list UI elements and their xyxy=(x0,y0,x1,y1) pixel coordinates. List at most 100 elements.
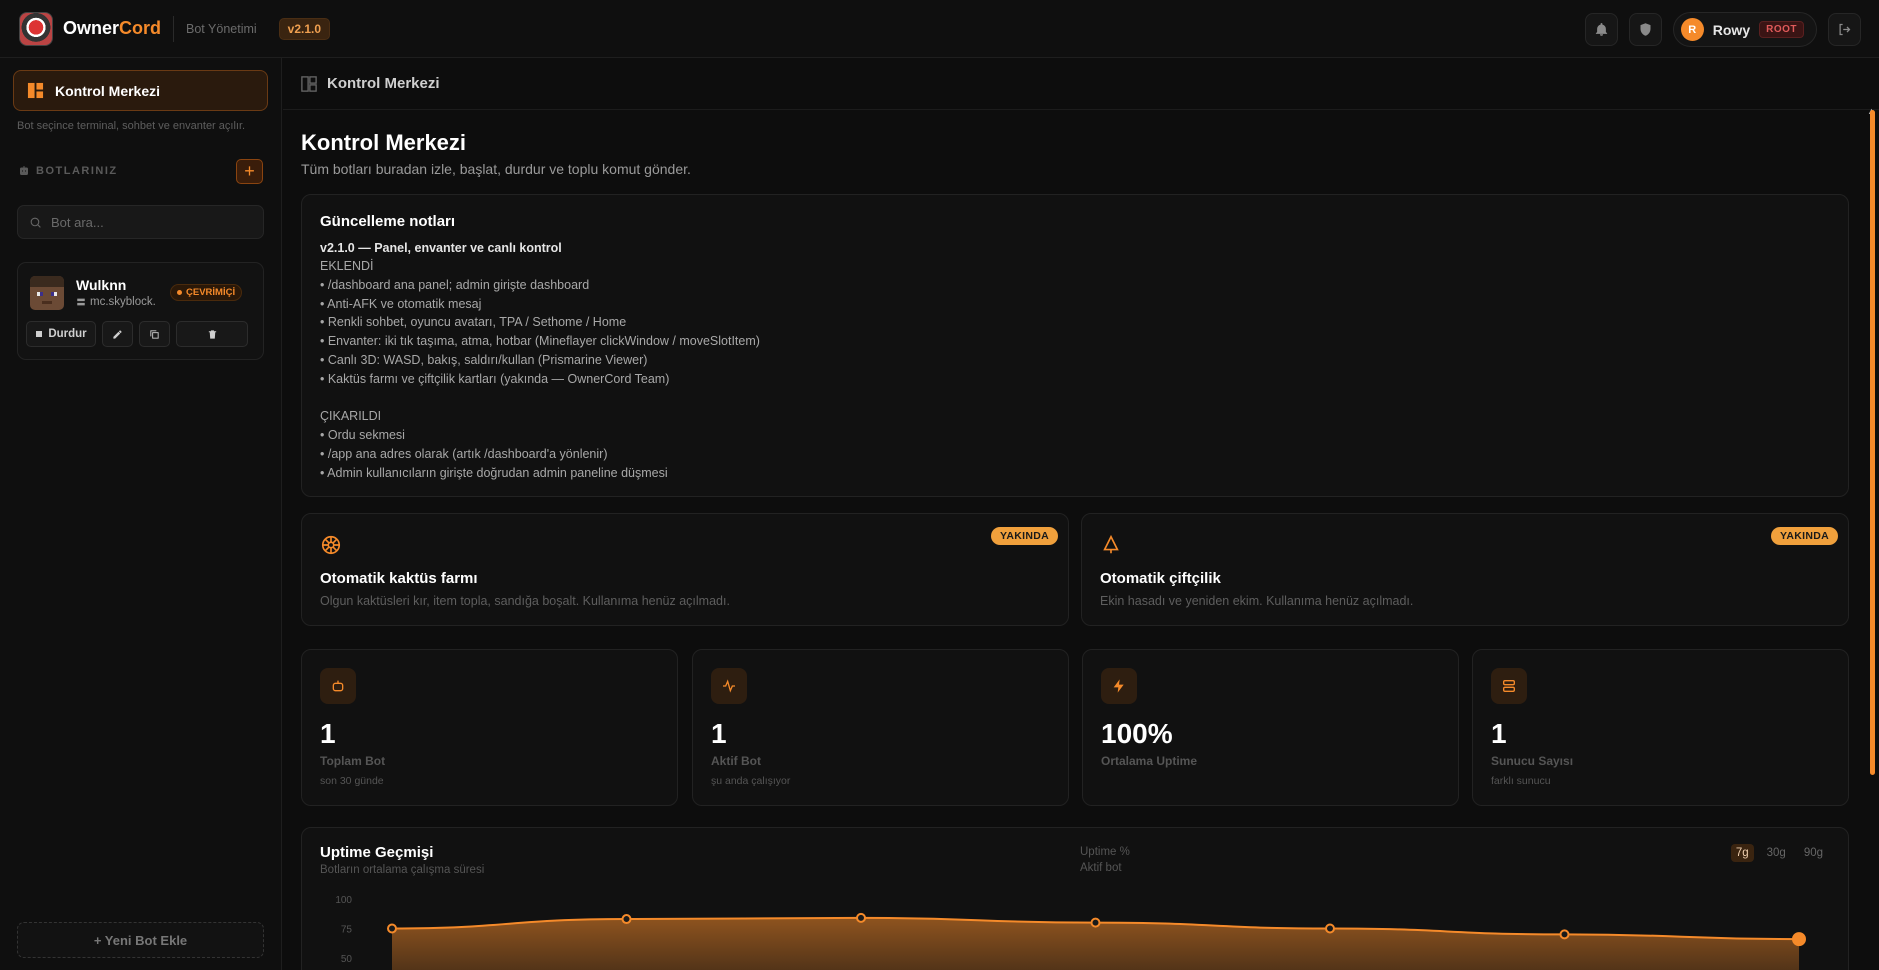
activity-icon xyxy=(711,668,747,704)
stat-sub: şu anda çalışıyor xyxy=(711,775,791,787)
page-title: Kontrol Merkezi xyxy=(301,130,467,155)
shield-icon xyxy=(1640,23,1651,36)
cactus-icon xyxy=(320,534,342,556)
soon-badge: YAKINDA xyxy=(1771,527,1838,545)
feature-card-cactus[interactable]: YAKINDA Otomatik kaktüs farmı Olgun kakt… xyxy=(301,513,1069,626)
range-7g[interactable]: 7g xyxy=(1730,844,1754,862)
range-30g[interactable]: 30g xyxy=(1762,844,1791,862)
avatar: R xyxy=(1680,18,1704,41)
copy-button[interactable] xyxy=(139,321,170,347)
stat-label: Aktif Bot xyxy=(711,754,761,768)
note-line xyxy=(320,389,760,408)
feature-title: Otomatik çiftçilik xyxy=(1100,570,1221,587)
logout-button[interactable] xyxy=(1828,13,1861,46)
stat-sub: farklı sunucu xyxy=(1491,775,1551,787)
stat-sub: son 30 günde xyxy=(320,775,384,787)
range-tabs: 7g 30g 90g xyxy=(1730,844,1828,862)
bot-icon xyxy=(320,668,356,704)
delete-button[interactable] xyxy=(176,321,248,347)
admin-button[interactable] xyxy=(1628,13,1662,46)
trash-icon xyxy=(208,329,216,339)
sidebar-item-label: Kontrol Merkezi xyxy=(55,82,161,99)
uptime-point[interactable] xyxy=(1792,932,1806,947)
add-bot-button[interactable]: + xyxy=(236,159,263,184)
stat-card-total-bots: 1 Toplam Bot son 30 günde xyxy=(301,649,678,806)
stop-label: Durdur xyxy=(48,328,87,340)
bot-icon xyxy=(20,166,28,175)
uptime-chart: 100 75 50 xyxy=(335,895,1806,970)
uptime-point[interactable] xyxy=(1325,923,1335,934)
range-90g[interactable]: 90g xyxy=(1799,844,1828,862)
bot-name: Wulknn xyxy=(76,277,127,293)
edit-button[interactable] xyxy=(102,321,133,347)
main-header: Kontrol Merkezi xyxy=(283,58,1879,110)
y-tick-label: 50 xyxy=(341,954,353,965)
bot-card[interactable]: Wulknn mc.skyblock. ÇEVRİMİÇİ Durdur xyxy=(17,262,264,360)
top-actions: R Rowy ROOT xyxy=(1584,12,1861,47)
uptime-point[interactable] xyxy=(1559,929,1570,940)
uptime-panel: 100 75 50 Uptime Geçmişi Botların ortalama… xyxy=(301,827,1849,970)
note-line: • Anti-AFK ve otomatik mesaj xyxy=(320,296,482,311)
sidebar-item-kontrol-merkezi[interactable]: Kontrol Merkezi xyxy=(13,70,268,111)
bot-avatar xyxy=(30,276,64,310)
brand-name[interactable]: OwnerCord xyxy=(63,18,161,39)
app-logo[interactable] xyxy=(19,11,53,46)
search-icon xyxy=(30,217,41,228)
soon-badge: YAKINDA xyxy=(991,527,1058,545)
stat-label: Toplam Bot xyxy=(320,754,386,768)
role-badge: ROOT xyxy=(1759,21,1804,38)
uptime-point[interactable] xyxy=(1090,917,1101,928)
user-menu[interactable]: R Rowy ROOT xyxy=(1672,12,1817,47)
breadcrumb: Kontrol Merkezi xyxy=(327,75,440,92)
server-icon xyxy=(1491,668,1527,704)
notifications-button[interactable] xyxy=(1584,13,1618,46)
legend-item: Uptime % xyxy=(1080,846,1130,858)
uptime-point[interactable] xyxy=(387,923,397,934)
stat-value: 1 xyxy=(1491,718,1507,749)
divider xyxy=(173,15,175,42)
stat-value: 100% xyxy=(1101,718,1173,749)
notes-lines: EKLENDİ • /dashboard ana panel; admin gi… xyxy=(320,257,760,483)
search-input[interactable] xyxy=(51,214,251,230)
note-line: • Admin kullanıcıların girişte doğrudan … xyxy=(320,465,668,480)
sprout-icon xyxy=(1100,534,1122,556)
uptime-subtitle: Botların ortalama çalışma süresi xyxy=(320,864,485,876)
new-bot-button[interactable]: + Yeni Bot Ekle xyxy=(17,922,264,958)
notes-title: Güncelleme notları xyxy=(320,213,456,230)
app-subtitle: Bot Yönetimi xyxy=(186,21,257,36)
stat-card-servers: 1 Sunucu Sayısı farklı sunucu xyxy=(1472,649,1849,806)
note-line: • Ordu sekmesi xyxy=(320,428,405,443)
search-box[interactable] xyxy=(17,205,264,239)
sidebar-hint: Bot seçince terminal, sohbet ve envanter… xyxy=(17,120,246,132)
note-line: • /app ana adres olarak (artık /dashboar… xyxy=(320,446,608,461)
user-name: Rowy xyxy=(1712,21,1751,38)
notes-version: v2.1.0 — Panel, envanter ve canlı kontro… xyxy=(320,241,562,255)
dashboard-icon xyxy=(27,82,44,99)
stat-value: 1 xyxy=(711,718,727,749)
note-line: ÇIKARILDI xyxy=(320,409,382,424)
feature-card-farming[interactable]: YAKINDA Otomatik çiftçilik Ekin hasadı v… xyxy=(1081,513,1849,626)
note-line: • Canlı 3D: WASD, bakış, saldırı/kullan … xyxy=(320,352,648,367)
page-subtitle: Tüm botları buradan izle, başlat, durdur… xyxy=(301,161,691,177)
chart-legend: Uptime % Aktif bot xyxy=(1080,844,1130,876)
note-line: • Envanter: iki tık taşıma, atma, hotbar… xyxy=(320,334,760,349)
y-tick-label: 75 xyxy=(341,925,353,936)
copy-icon xyxy=(150,329,159,339)
bots-section-title: BOTLARINIZ xyxy=(18,165,118,177)
logout-icon xyxy=(1839,23,1851,36)
server-icon xyxy=(77,298,85,306)
uptime-title: Uptime Geçmişi xyxy=(320,844,434,861)
version-badge: v2.1.0 xyxy=(278,17,331,40)
uptime-point[interactable] xyxy=(856,912,866,923)
feature-title: Otomatik kaktüs farmı xyxy=(320,570,478,587)
scrollbar[interactable] xyxy=(1870,110,1875,775)
stop-button[interactable]: Durdur xyxy=(26,321,96,347)
uptime-point[interactable] xyxy=(621,914,632,925)
feature-desc: Olgun kaktüsleri kır, item topla, sandığ… xyxy=(320,594,730,608)
stat-card-active-bots: 1 Aktif Bot şu anda çalışıyor xyxy=(692,649,1069,806)
status-dot xyxy=(177,290,182,295)
pencil-icon xyxy=(113,329,122,339)
bot-host: mc.skyblock. xyxy=(76,296,156,308)
section-title-text: BOTLARINIZ xyxy=(36,165,118,177)
stop-icon xyxy=(36,331,43,337)
